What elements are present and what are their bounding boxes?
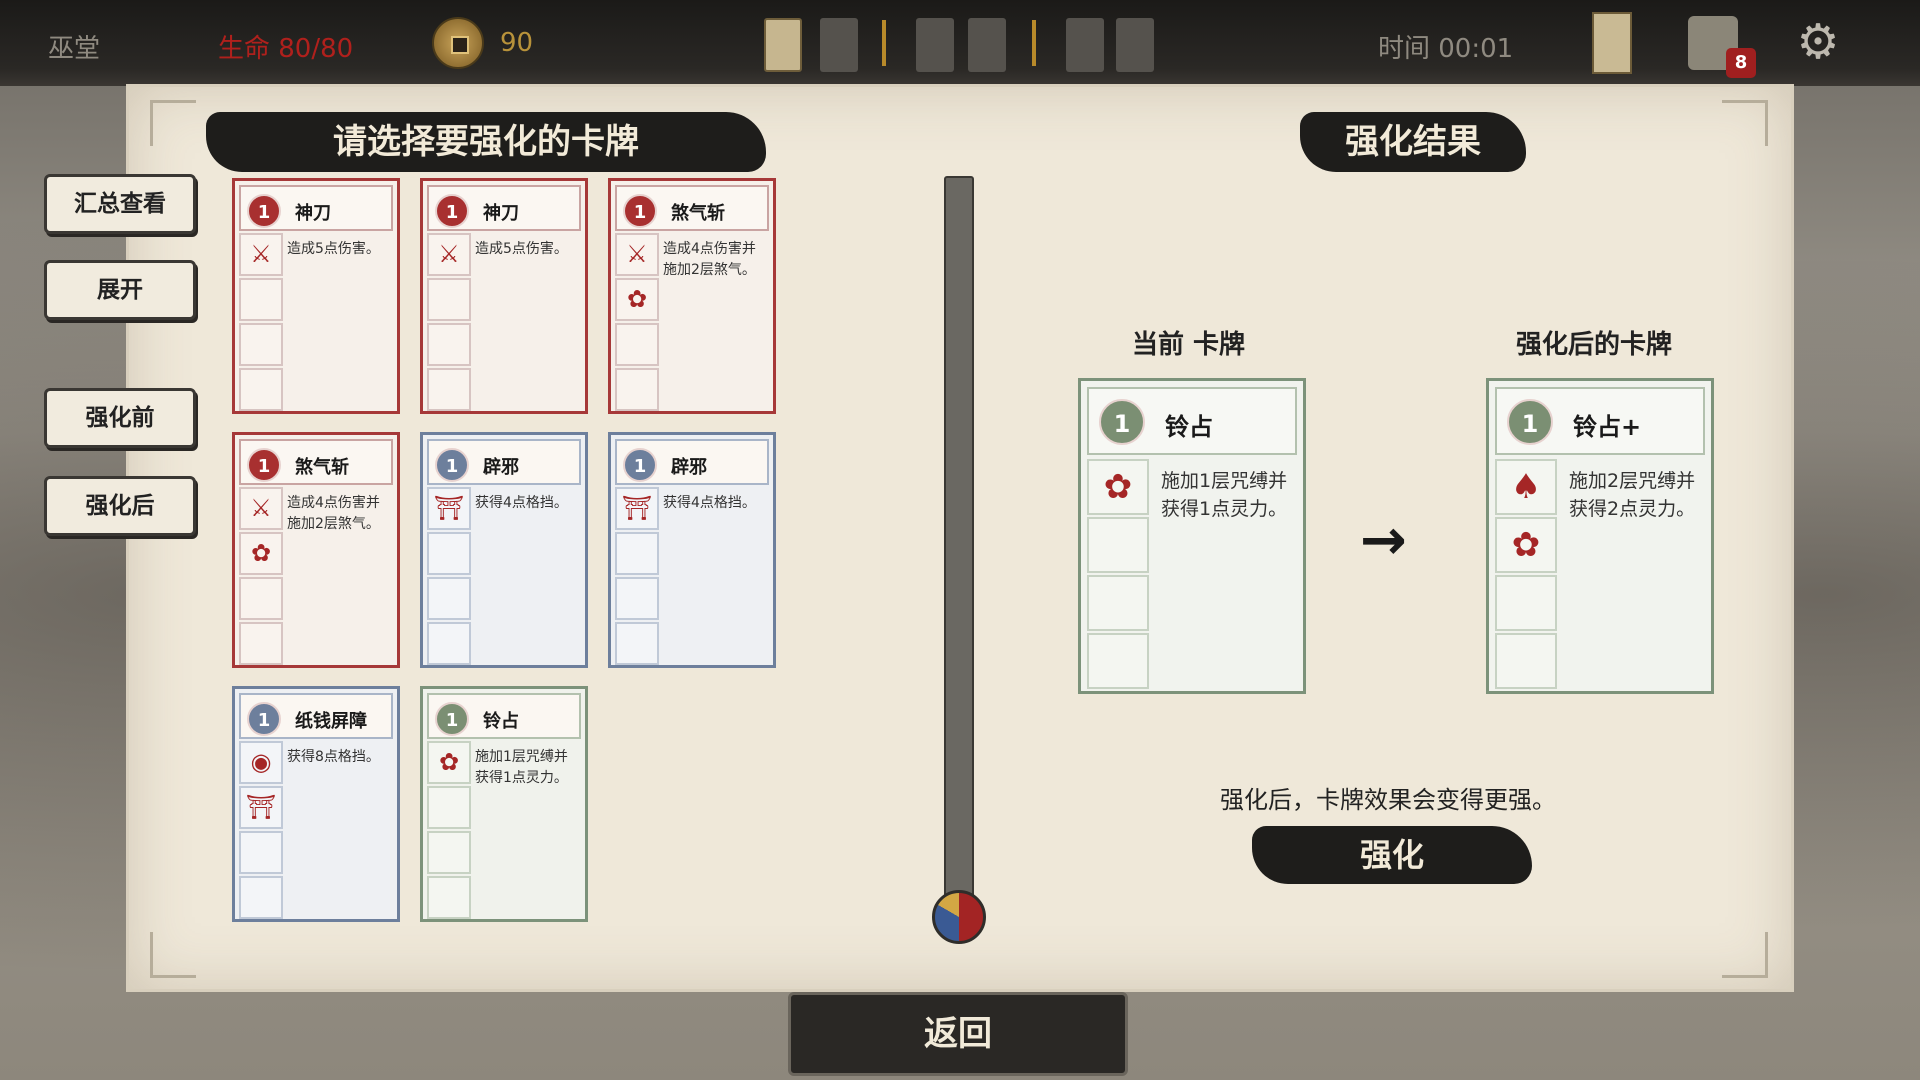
card-6[interactable]: 1 辟邪 ⛩ 获得4点格挡。 (608, 432, 776, 668)
result-title: 强化结果 (1300, 112, 1526, 172)
tomoe-icon: ✿ (1495, 517, 1557, 573)
card-name: 辟邪 (483, 457, 519, 478)
corner-ornament (150, 932, 196, 978)
card-name: 煞气斩 (295, 457, 349, 478)
coin-token-icon: ◉ (239, 741, 283, 784)
spade-icon: ♠ (1495, 459, 1557, 515)
tomoe-icon: ✿ (427, 741, 471, 784)
card-cost: 1 (247, 702, 281, 736)
card-desc: 获得8点格挡。 (287, 749, 380, 765)
card-name: 神刀 (483, 203, 519, 224)
card-2[interactable]: 1 神刀 ⚔ 造成5点伤害。 (420, 178, 588, 414)
coin-count: 90 (500, 28, 534, 58)
before-upgrade-button[interactable]: 强化前 (44, 388, 196, 448)
slot-divider (1032, 20, 1036, 66)
current-card-label: 当前 卡牌 (1132, 330, 1246, 360)
card-cost: 1 (623, 194, 657, 228)
relic-slot[interactable] (1066, 18, 1104, 72)
blade-icon: ⚔ (239, 233, 283, 276)
timer-label: 时间 00:01 (1378, 34, 1514, 64)
relic-slot[interactable] (764, 18, 802, 72)
card-7[interactable]: 1 纸钱屏障 ◉ ⛩ 获得8点格挡。 (232, 686, 400, 922)
upgrade-note: 强化后，卡牌效果会变得更强。 (1220, 786, 1556, 814)
tomoe-icon: ✿ (1087, 459, 1149, 515)
arrow-icon: → (1360, 508, 1407, 573)
corner-ornament (1722, 932, 1768, 978)
relic-slot[interactable] (820, 18, 858, 72)
return-button[interactable]: 返回 (788, 992, 1128, 1076)
coin-icon (432, 17, 484, 69)
card-desc: 施加1层咒缚并获得1点灵力。 (1161, 470, 1288, 520)
card-name: 纸钱屏障 (295, 711, 367, 732)
after-upgrade-button[interactable]: 强化后 (44, 476, 196, 536)
tomoe-icon: ✿ (615, 278, 659, 321)
card-cost: 1 (1507, 399, 1553, 445)
card-desc: 施加1层咒缚并获得1点灵力。 (475, 749, 568, 786)
card-desc: 获得4点格挡。 (663, 495, 756, 511)
tomoe-icon: ✿ (239, 532, 283, 575)
hp-label: 生命 80/80 (218, 34, 354, 64)
card-3[interactable]: 1 煞气斩 ⚔ ✿ 造成4点伤害并施加2层煞气。 (608, 178, 776, 414)
card-4[interactable]: 1 煞气斩 ⚔ ✿ 造成4点伤害并施加2层煞气。 (232, 432, 400, 668)
blade-icon: ⚔ (615, 233, 659, 276)
card-cost: 1 (435, 194, 469, 228)
card-cost: 1 (435, 448, 469, 482)
upgrade-button[interactable]: 强化 (1252, 826, 1532, 884)
corner-ornament (150, 100, 196, 146)
blade-icon: ⚔ (427, 233, 471, 276)
corner-ornament (1722, 100, 1768, 146)
relic-slot[interactable] (1116, 18, 1154, 72)
card-desc: 造成5点伤害。 (287, 241, 380, 257)
upgraded-card-label: 强化后的卡牌 (1516, 330, 1673, 360)
card-name: 神刀 (295, 203, 331, 224)
card-cost: 1 (247, 448, 281, 482)
card-name: 铃占+ (1573, 413, 1642, 441)
top-bar: 巫堂 生命 80/80 90 时间 00:01 8 ⚙ (0, 0, 1920, 86)
expand-button[interactable]: 展开 (44, 260, 196, 320)
card-8[interactable]: 1 铃占 ✿ 施加1层咒缚并获得1点灵力。 (420, 686, 588, 922)
map-scroll-icon[interactable] (1592, 12, 1632, 74)
card-desc: 获得4点格挡。 (475, 495, 568, 511)
relic-slot[interactable] (968, 18, 1006, 72)
card-cost: 1 (623, 448, 657, 482)
gear-icon[interactable]: ⚙ (1792, 16, 1844, 68)
card-cost: 1 (435, 702, 469, 736)
shrine-icon: ⛩ (615, 487, 659, 530)
shrine-icon: ⛩ (239, 786, 283, 829)
scrollbar-knob[interactable] (932, 890, 986, 944)
card-5[interactable]: 1 辟邪 ⛩ 获得4点格挡。 (420, 432, 588, 668)
card-1[interactable]: 1 神刀 ⚔ 造成5点伤害。 (232, 178, 400, 414)
card-desc: 造成4点伤害并施加2层煞气。 (663, 241, 756, 278)
card-desc: 造成4点伤害并施加2层煞气。 (287, 495, 380, 532)
card-cost: 1 (1099, 399, 1145, 445)
deck-count-badge: 8 (1726, 48, 1756, 78)
card-cost: 1 (247, 194, 281, 228)
relic-slot[interactable] (916, 18, 954, 72)
card-name: 铃占 (483, 711, 519, 732)
slot-divider (882, 20, 886, 66)
scrollbar-track[interactable] (944, 176, 974, 916)
location-label: 巫堂 (48, 34, 101, 64)
card-desc: 施加2层咒缚并获得2点灵力。 (1569, 470, 1696, 520)
upgraded-card: 1 铃占+ ♠ ✿ 施加2层咒缚并获得2点灵力。 (1486, 378, 1714, 694)
shrine-icon: ⛩ (427, 487, 471, 530)
card-name: 煞气斩 (671, 203, 725, 224)
blade-icon: ⚔ (239, 487, 283, 530)
card-desc: 造成5点伤害。 (475, 241, 568, 257)
select-card-title: 请选择要强化的卡牌 (206, 112, 766, 172)
card-name: 辟邪 (671, 457, 707, 478)
summary-view-button[interactable]: 汇总查看 (44, 174, 196, 234)
current-card: 1 铃占 ✿ 施加1层咒缚并获得1点灵力。 (1078, 378, 1306, 694)
card-name: 铃占 (1165, 413, 1213, 441)
